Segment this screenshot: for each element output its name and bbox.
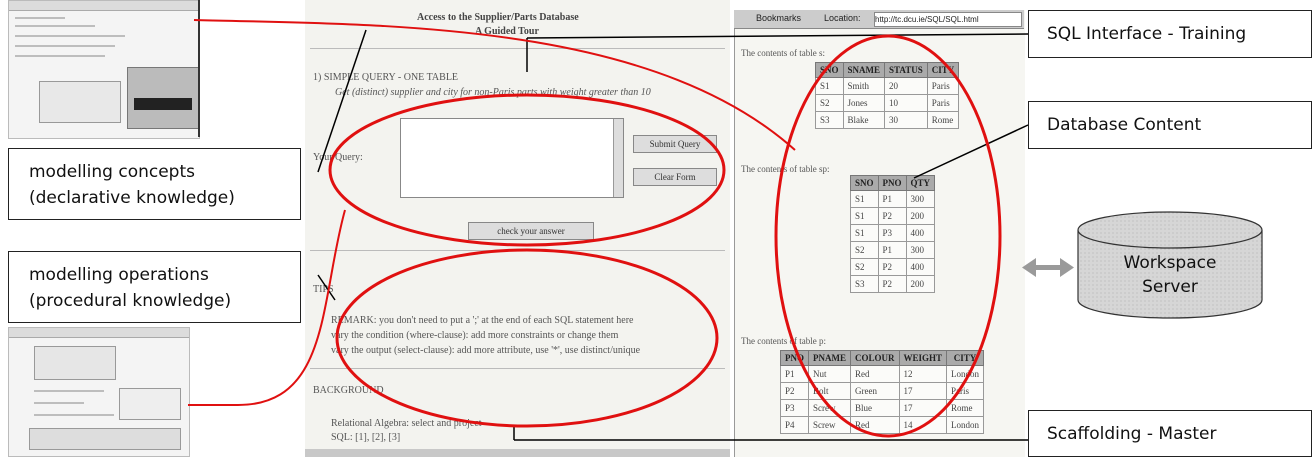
tips-highlight bbox=[335, 248, 719, 428]
annotation-overlay bbox=[188, 19, 1263, 441]
red-link-top bbox=[193, 19, 796, 151]
workspace-label-line2: Server bbox=[1142, 277, 1198, 297]
database-connector bbox=[913, 124, 1029, 179]
sql-query-highlight bbox=[328, 93, 726, 247]
sql-connector-horizontal bbox=[526, 33, 1029, 39]
concepts-connector bbox=[317, 29, 367, 173]
red-link-bottom bbox=[188, 209, 346, 406]
database-highlight bbox=[774, 34, 1002, 438]
workspace-label-line1: Workspace bbox=[1123, 253, 1217, 273]
double-arrow-icon bbox=[1022, 258, 1074, 277]
